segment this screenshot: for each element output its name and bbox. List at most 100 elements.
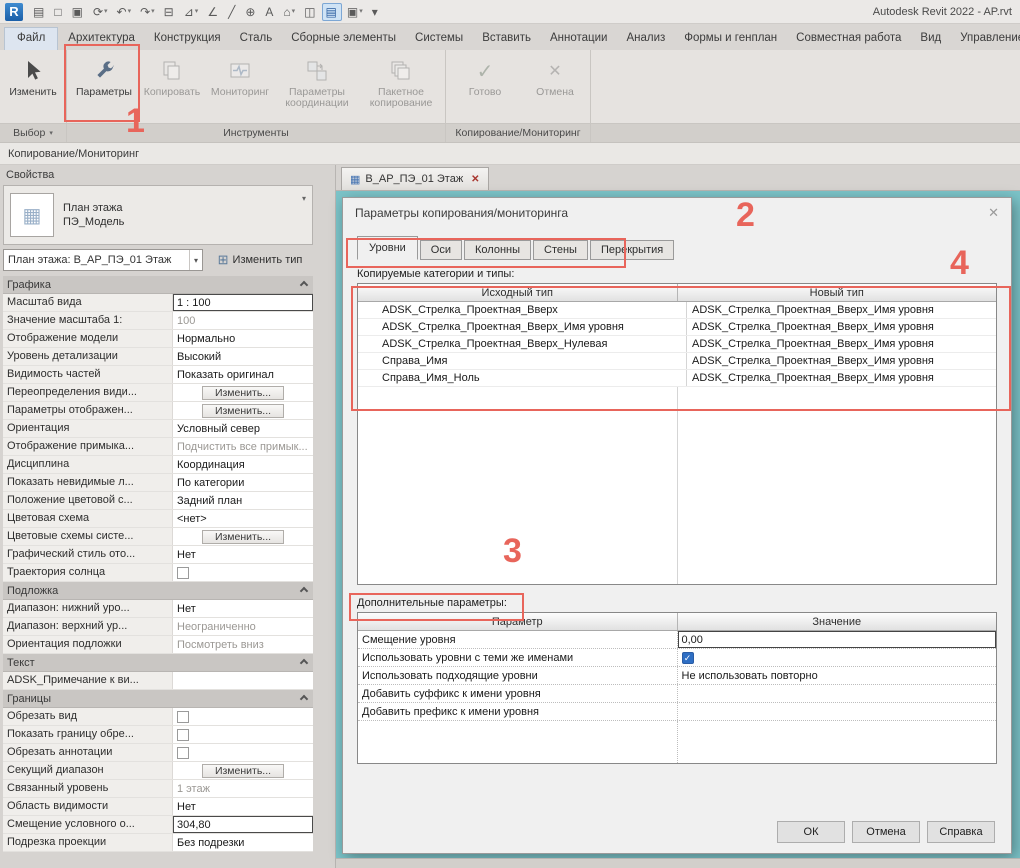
measure-icon[interactable]: ⊿ ▾ — [180, 3, 203, 21]
view-selector-combo[interactable]: План этажа: В_АР_ПЭ_01 Этаж ▾ — [3, 249, 203, 271]
finish-button[interactable]: ✓ Готово — [448, 53, 522, 98]
line-icon[interactable]: ╱ — [224, 3, 240, 21]
property-value[interactable]: Изменить... — [173, 384, 313, 401]
ribbon-tab-collaborate[interactable]: Совместная работа — [787, 27, 910, 50]
checked-checkbox-icon[interactable]: ✓ — [681, 651, 694, 664]
new-type-cell[interactable]: ADSK_Стрелка_Проектная_Вверх_Имя уровня — [687, 302, 996, 318]
param-value-cell[interactable]: ✓ — [678, 703, 997, 720]
param-value-cell[interactable]: Не использовать повторно ✓ — [678, 667, 997, 684]
property-value[interactable]: Подчистить все примык... — [173, 438, 313, 455]
checkbox[interactable] — [177, 746, 189, 759]
property-value[interactable]: 1 : 100 — [173, 294, 313, 311]
sync-icon[interactable]: ⟳ ▾ — [89, 3, 112, 21]
horizontal-scrollbar[interactable] — [336, 858, 1020, 868]
collapse-chevron-icon[interactable] — [299, 658, 309, 667]
column-new-type[interactable]: Новый тип — [676, 284, 997, 301]
property-value[interactable]: Нет — [173, 798, 313, 815]
save-icon[interactable]: ▣ — [68, 3, 88, 21]
type-mapping-row[interactable]: Справа_Имя_Ноль ADSK_Стрелка_Проектная_В… — [358, 370, 996, 387]
text-icon[interactable]: A — [261, 3, 278, 21]
param-value-cell[interactable]: ✓ — [678, 649, 997, 666]
panel-label-select[interactable]: Выбор ▾ — [0, 123, 66, 142]
type-dropdown-icon[interactable]: ▾ — [302, 192, 306, 203]
property-value[interactable] — [173, 708, 313, 725]
type-mapping-row[interactable]: ADSK_Стрелка_Проектная_Вверх ADSK_Стрелк… — [358, 302, 996, 319]
customize-qat-icon[interactable]: ▾ — [368, 3, 383, 21]
dialog-tab-columns[interactable]: Колонны — [464, 240, 531, 260]
property-value[interactable]: 1 этаж — [173, 780, 313, 797]
ribbon-tab-systems[interactable]: Системы — [406, 27, 472, 50]
thin-lines-icon[interactable]: ▤ — [321, 2, 342, 21]
cancel-mode-button[interactable]: ✕ Отмена — [522, 53, 588, 98]
property-value[interactable]: Изменить... — [173, 528, 313, 545]
combo-dropdown-icon[interactable]: ▾ — [188, 250, 198, 270]
property-value[interactable] — [173, 744, 313, 761]
ribbon-tab-structure[interactable]: Конструкция — [145, 27, 230, 50]
drawing-area[interactable]: Параметры копирования/мониторинга ✕ Уров… — [336, 191, 1020, 868]
property-value[interactable]: Неограниченно — [173, 618, 313, 635]
new-type-cell[interactable]: ADSK_Стрелка_Проектная_Вверх_Имя уровня — [687, 336, 996, 352]
property-section-header[interactable]: Границы — [3, 690, 313, 708]
monitor-button[interactable]: Мониторинг — [205, 53, 275, 98]
property-value[interactable] — [173, 672, 313, 689]
property-value[interactable]: Координация — [173, 456, 313, 473]
ok-button[interactable]: ОК — [777, 821, 845, 843]
property-section-header[interactable]: Графика — [3, 276, 313, 294]
checkbox[interactable] — [177, 728, 189, 741]
open-icon[interactable]: □ — [50, 3, 66, 21]
ribbon-tab-architecture[interactable]: Архитектура — [59, 27, 144, 50]
view-tab-close-icon[interactable]: ✕ — [471, 174, 479, 185]
options-button[interactable]: Параметры — [69, 53, 139, 98]
ribbon-tab-insert[interactable]: Вставить — [473, 27, 540, 50]
print-icon[interactable]: ⊟ — [160, 3, 179, 21]
ribbon-tab-analyze[interactable]: Анализ — [617, 27, 674, 50]
new-type-cell[interactable]: ADSK_Стрелка_Проектная_Вверх_Имя уровня — [687, 370, 996, 386]
checkbox[interactable] — [177, 566, 189, 579]
zoom-icon[interactable]: ⊕ — [241, 3, 260, 21]
param-value-cell[interactable]: 0,00 ✓ — [677, 631, 996, 648]
column-parameter[interactable]: Параметр — [358, 613, 677, 630]
properties-header[interactable]: Свойства — [0, 165, 335, 185]
type-selector[interactable]: ▦ План этажа ПЭ_Модель ▾ — [3, 185, 313, 245]
cancel-button[interactable]: Отмена — [852, 821, 920, 843]
file-list-icon[interactable]: ▤ — [29, 3, 49, 21]
property-value[interactable]: Без подрезки — [173, 834, 313, 851]
coordination-settings-button[interactable]: Параметры координации — [275, 53, 359, 109]
collapse-chevron-icon[interactable] — [299, 280, 309, 289]
property-section-header[interactable]: Текст — [3, 654, 313, 672]
collapse-chevron-icon[interactable] — [299, 694, 309, 703]
switch-windows-icon[interactable]: ▣ ▾ — [343, 3, 367, 21]
type-mapping-row[interactable]: ADSK_Стрелка_Проектная_Вверх_Имя уровня … — [358, 319, 996, 336]
new-type-cell[interactable]: ADSK_Стрелка_Проектная_Вверх_Имя уровня — [687, 319, 996, 335]
property-value[interactable]: Изменить... — [173, 402, 313, 419]
ribbon-tab-annotate[interactable]: Аннотации — [541, 27, 616, 50]
copy-button[interactable]: Копировать — [139, 53, 205, 98]
modify-button[interactable]: Изменить — [2, 53, 64, 98]
section-icon[interactable]: ◫ — [300, 3, 320, 21]
param-value-cell[interactable]: ✓ — [678, 685, 997, 702]
property-value[interactable] — [173, 726, 313, 743]
property-value[interactable]: <нет> — [173, 510, 313, 527]
redo-icon[interactable]: ↷ ▾ — [136, 3, 159, 21]
default-3d-view-icon[interactable]: ⌂ ▾ — [279, 3, 299, 21]
ribbon-tab-massing[interactable]: Формы и генплан — [675, 27, 786, 50]
property-value[interactable]: По категории — [173, 474, 313, 491]
property-value[interactable]: Задний план — [173, 492, 313, 509]
column-value[interactable]: Значение — [676, 613, 997, 630]
column-source-type[interactable]: Исходный тип — [358, 284, 677, 301]
property-value[interactable]: Посмотреть вниз — [173, 636, 313, 653]
ribbon-tab-manage[interactable]: Управление — [951, 27, 1020, 50]
dialog-tab-walls[interactable]: Стены — [533, 240, 588, 260]
property-value[interactable]: Показать оригинал — [173, 366, 313, 383]
ribbon-tab-file[interactable]: Файл — [4, 27, 59, 50]
batch-copy-button[interactable]: Пакетное копирование — [359, 53, 443, 109]
dialog-tab-grids[interactable]: Оси — [419, 240, 462, 260]
property-value[interactable]: Нет — [173, 546, 313, 563]
dialog-tab-levels[interactable]: Уровни — [357, 236, 418, 260]
help-button[interactable]: Справка — [927, 821, 995, 843]
edit-type-button[interactable]: ⊞ Изменить тип — [207, 249, 313, 271]
property-value[interactable]: 304,80 — [173, 816, 313, 833]
property-value[interactable]: Нормально — [173, 330, 313, 347]
property-section-header[interactable]: Подложка — [3, 582, 313, 600]
property-value[interactable]: Условный север — [173, 420, 313, 437]
